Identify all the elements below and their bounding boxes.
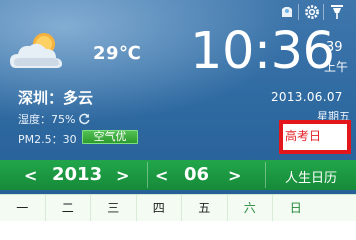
clock-ampm: 上午 (324, 60, 349, 74)
next-year-arrow[interactable]: > (116, 168, 129, 184)
control-divider (323, 4, 324, 20)
prev-month-arrow[interactable]: < (155, 168, 168, 184)
next-month-arrow[interactable]: > (228, 168, 241, 184)
weekday-thu: 四 (137, 195, 182, 221)
refresh-icon[interactable] (78, 110, 91, 125)
clock-seconds: 39 (326, 40, 343, 55)
date: 2013.06.07 (271, 90, 343, 104)
calendar-app-title[interactable]: 人生日历 (285, 167, 337, 186)
header-divider (265, 162, 266, 188)
city-condition: 深圳：多云 (18, 89, 94, 107)
clock-time: 10:36 (190, 22, 335, 81)
weekday-tue: 二 (46, 195, 91, 221)
gear-icon[interactable] (303, 3, 321, 21)
control-divider (298, 4, 299, 20)
header-divider (147, 162, 148, 188)
desktop-calendar-widget: 29℃ 深圳：多云 湿度：75% PM2.5：30 空气优 10:36 39 上… (0, 0, 356, 221)
pin-icon[interactable] (328, 3, 346, 21)
weekday-wed: 三 (91, 195, 137, 221)
weekday-fri: 五 (182, 195, 228, 221)
calendar-year[interactable]: 2013 (52, 164, 102, 185)
weekday-sun: 日 (289, 201, 302, 215)
pm25-value: PM2.5：30 (18, 133, 77, 146)
humidity: 湿度：75% (18, 113, 76, 126)
air-quality-button[interactable]: 空气优 (82, 130, 138, 144)
prev-year-arrow[interactable]: < (24, 168, 37, 184)
calendar-month[interactable]: 06 (184, 164, 209, 185)
festival-label[interactable]: 高考日 (285, 127, 321, 144)
weekday-mon: 一 (0, 195, 46, 221)
weekday-header-row: 一 二 三 四 五 六 日 (0, 194, 356, 221)
weekday-sat: 六 (228, 195, 273, 221)
partly-cloudy-icon (8, 28, 70, 72)
skin-icon[interactable] (278, 3, 296, 21)
temperature: 29℃ (93, 43, 142, 64)
